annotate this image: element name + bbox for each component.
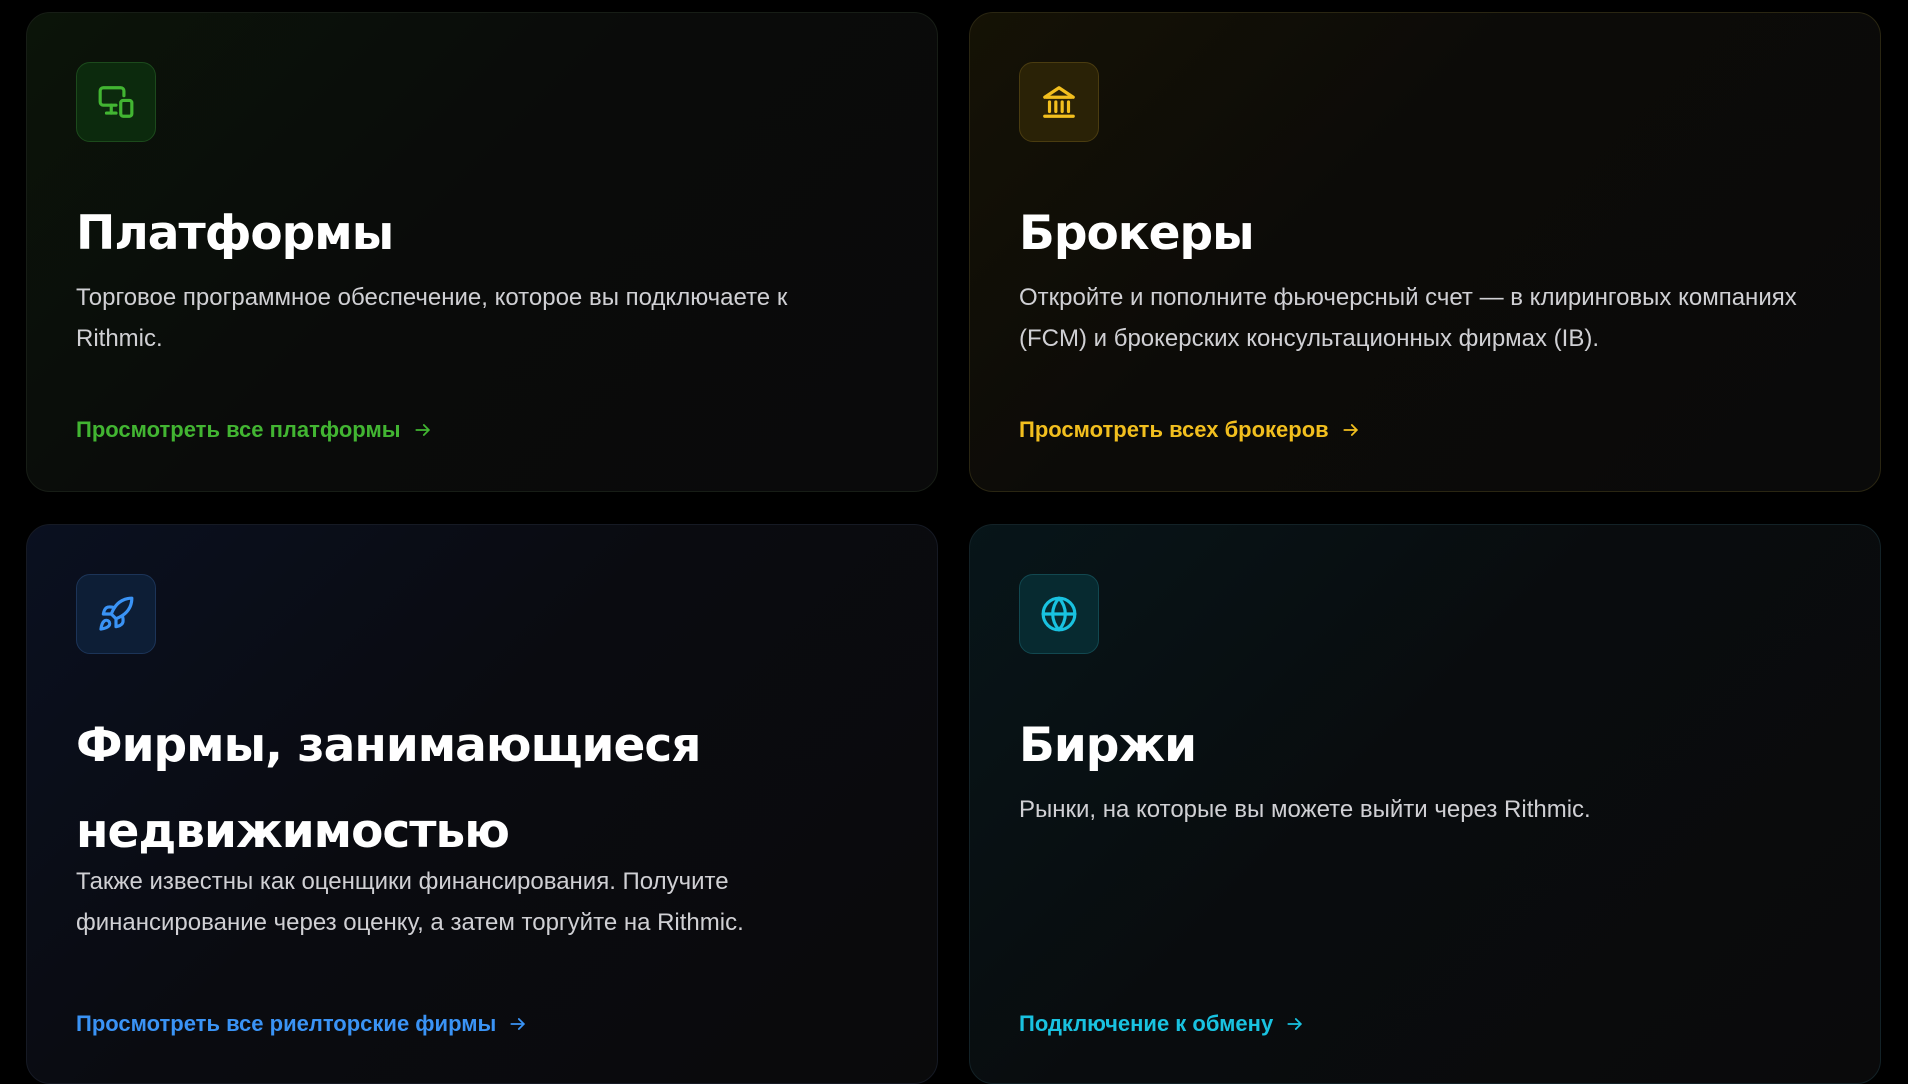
view-all-brokers-link[interactable]: Просмотреть всех брокеров: [1019, 417, 1361, 443]
link-label: Подключение к обмену: [1019, 1011, 1274, 1036]
card-prop-firms: Фирмы, занимающиеся недвижимостью Также …: [26, 524, 938, 1084]
card-brokers: Брокеры Откройте и пополните фьючерсный …: [969, 12, 1881, 492]
card-exchanges: Биржи Рынки, на которые вы можете выйти …: [969, 524, 1881, 1084]
view-all-platforms-link[interactable]: Просмотреть все платформы: [76, 417, 433, 443]
link-label: Просмотреть все риелторские фирмы: [76, 1011, 497, 1036]
card-description: Торговое программное обеспечение, которо…: [76, 284, 788, 352]
bank-icon: [1019, 62, 1099, 142]
rocket-icon: [76, 574, 156, 654]
card-platforms: Платформы Торговое программное обеспечен…: [26, 12, 938, 492]
card-description: Откройте и пополните фьючерсный счет — в…: [1019, 284, 1797, 352]
arrow-right-icon: [1343, 424, 1358, 436]
link-label: Просмотреть всех брокеров: [1019, 417, 1329, 442]
arrow-right-icon: [510, 1018, 526, 1030]
card-description: Также известны как оценщики финансирован…: [76, 868, 744, 936]
globe-icon: [1019, 574, 1099, 654]
card-title: Брокеры: [1019, 206, 1255, 261]
monitor-devices-icon: [76, 62, 156, 142]
link-label: Просмотреть все платформы: [76, 417, 401, 442]
card-title: Платформы: [76, 206, 394, 261]
card-title: Биржи: [1019, 718, 1197, 773]
arrow-right-icon: [414, 424, 430, 436]
view-all-prop-firms-link[interactable]: Просмотреть все риелторские фирмы: [76, 1011, 528, 1037]
connect-to-exchange-link[interactable]: Подключение к обмену: [1019, 1011, 1305, 1037]
card-title: Фирмы, занимающиеся недвижимостью: [76, 718, 701, 859]
arrow-right-icon: [1287, 1018, 1302, 1030]
card-description: Рынки, на которые вы можете выйти через …: [1019, 796, 1591, 823]
